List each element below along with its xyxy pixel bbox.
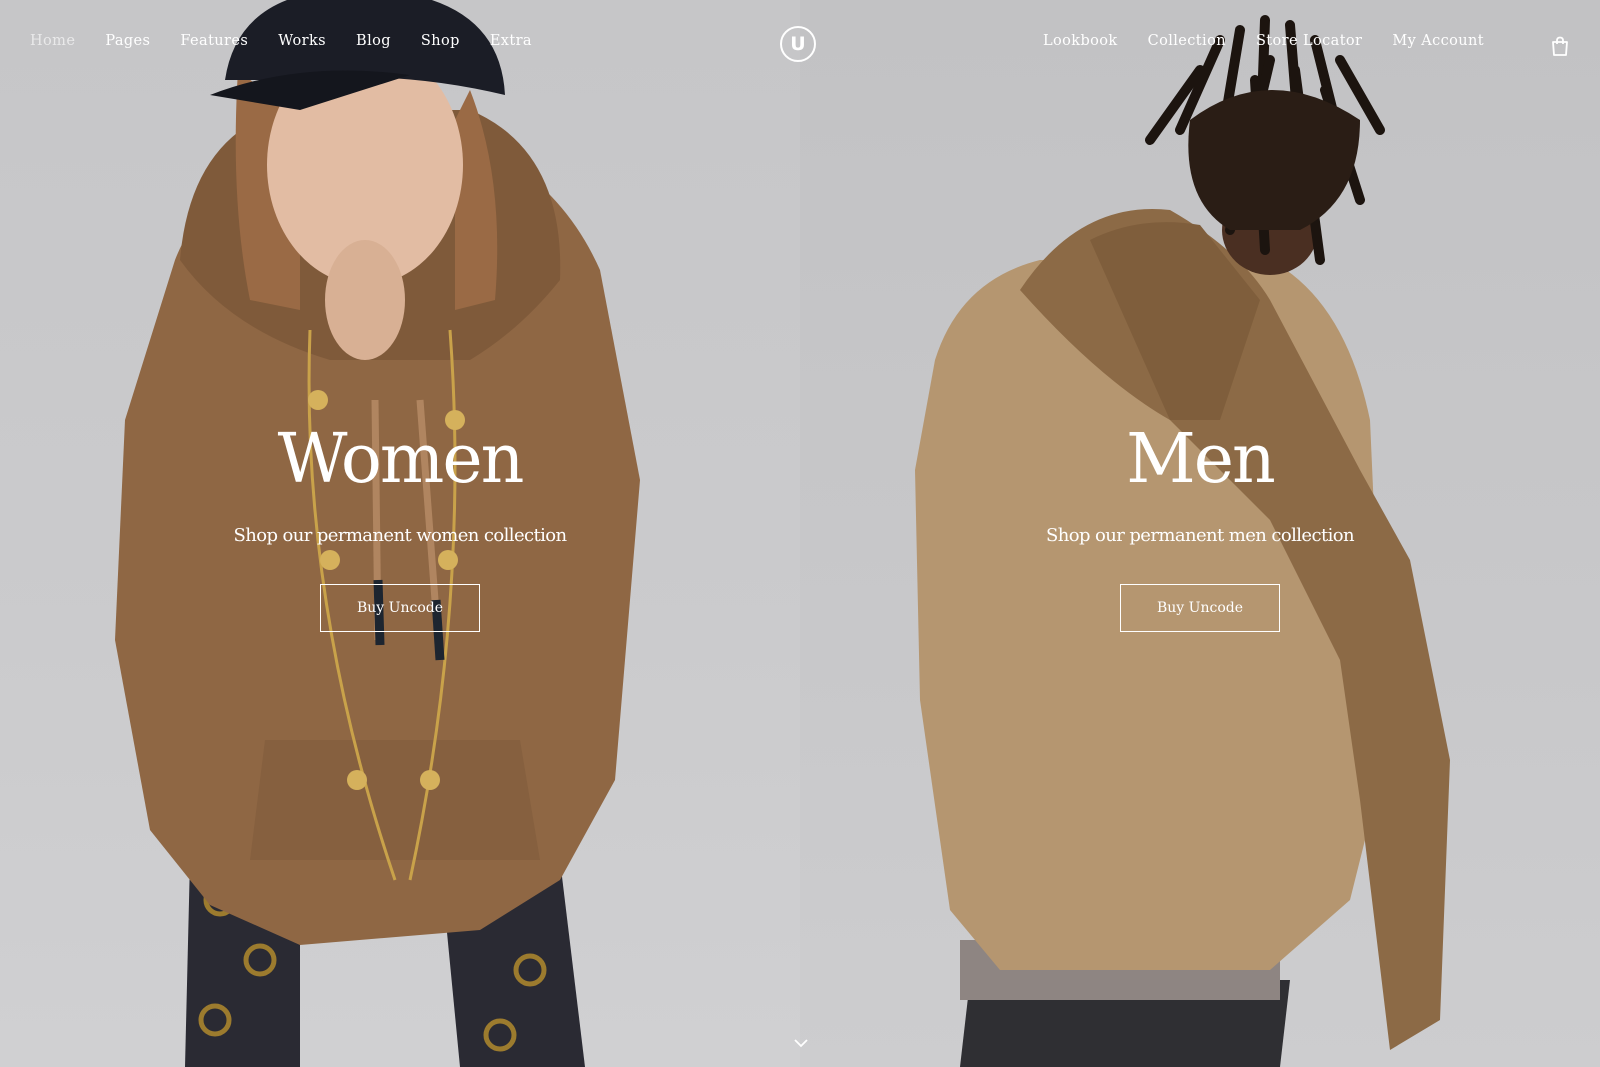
nav-item-pages[interactable]: Pages bbox=[105, 33, 150, 49]
women-hero-content: Women Shop our permanent women collectio… bbox=[0, 410, 800, 632]
nav-item-store-locator[interactable]: Store Locator bbox=[1256, 33, 1362, 49]
nav-right-menu: Lookbook Collection Store Locator My Acc… bbox=[1013, 33, 1484, 49]
women-subtitle: Shop our permanent women collection bbox=[233, 525, 568, 546]
top-navigation: Home Pages Features Works Blog Shop Extr… bbox=[0, 0, 1600, 92]
nav-item-features[interactable]: Features bbox=[180, 33, 248, 49]
men-buy-button[interactable]: Buy Uncode bbox=[1120, 584, 1280, 632]
nav-item-my-account[interactable]: My Account bbox=[1392, 33, 1484, 49]
nav-item-lookbook[interactable]: Lookbook bbox=[1043, 33, 1118, 49]
nav-item-shop[interactable]: Shop bbox=[421, 33, 460, 49]
nav-item-extra[interactable]: Extra bbox=[490, 33, 532, 49]
men-hero-content: Men Shop our permanent men collection Bu… bbox=[800, 410, 1600, 632]
women-buy-button[interactable]: Buy Uncode bbox=[320, 584, 480, 632]
men-title: Men bbox=[1126, 420, 1276, 499]
shopping-bag-icon[interactable] bbox=[1551, 36, 1569, 56]
nav-item-blog[interactable]: Blog bbox=[356, 33, 391, 49]
women-title: Women bbox=[277, 420, 525, 499]
chevron-down-icon[interactable] bbox=[794, 1038, 808, 1048]
nav-left-menu: Home Pages Features Works Blog Shop Extr… bbox=[30, 33, 562, 49]
site-logo[interactable]: U bbox=[780, 26, 816, 62]
men-subtitle: Shop our permanent men collection bbox=[1046, 525, 1355, 546]
nav-item-home[interactable]: Home bbox=[30, 33, 75, 49]
nav-item-works[interactable]: Works bbox=[278, 33, 326, 49]
nav-item-collection[interactable]: Collection bbox=[1148, 33, 1226, 49]
